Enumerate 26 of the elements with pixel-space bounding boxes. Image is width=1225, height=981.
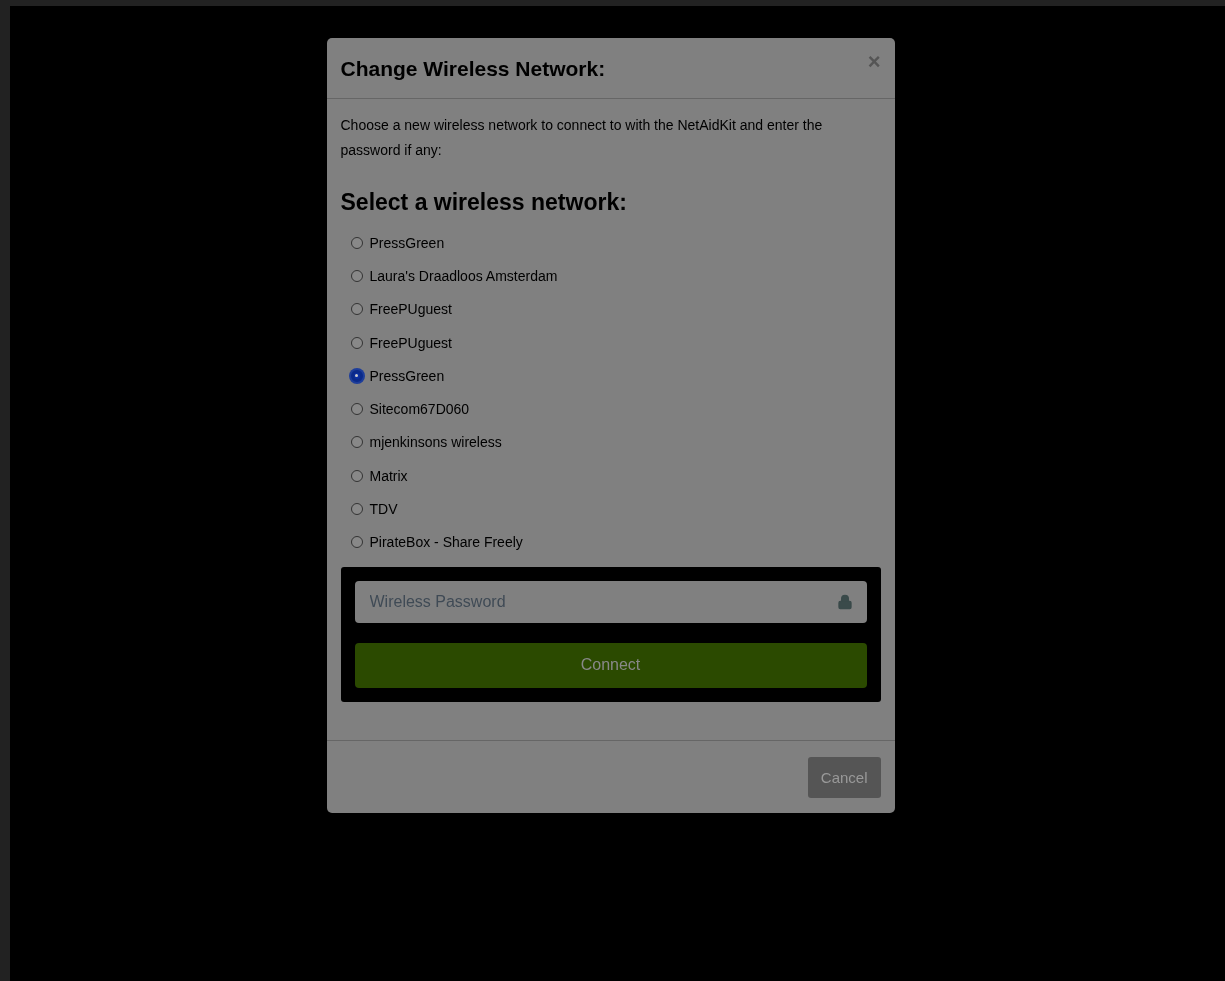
radio-button[interactable] — [350, 436, 363, 449]
section-heading: Select a wireless network: — [340, 189, 628, 216]
dialog-title: Change Wireless Network: — [340, 57, 606, 81]
network-name[interactable]: mjenkinsons wireless — [369, 434, 502, 451]
radio-button[interactable] — [350, 403, 363, 416]
instructions-text: Choose a new wireless network to connect to with the NetAidKit and enter the password if any: — [340, 116, 824, 160]
radio-button[interactable] — [350, 236, 363, 249]
connect-button[interactable]: Connect — [354, 642, 867, 688]
radio-button[interactable] — [350, 369, 363, 382]
radio-button[interactable] — [350, 336, 363, 349]
password-field[interactable]: Wireless Password — [354, 580, 867, 623]
network-name[interactable]: PressGreen — [369, 234, 445, 251]
network-name[interactable]: PirateBox - Share Freely — [369, 534, 523, 551]
network-name[interactable]: TDV — [369, 501, 398, 517]
radio-button[interactable] — [350, 536, 363, 549]
radio-button[interactable] — [350, 469, 363, 482]
radio-button[interactable] — [350, 269, 363, 282]
network-name[interactable]: Matrix — [369, 467, 408, 484]
network-name[interactable]: PressGreen — [369, 367, 445, 384]
radio-button[interactable] — [350, 303, 363, 316]
network-name[interactable]: FreePUguest — [369, 334, 452, 351]
network-name[interactable]: Sitecom67D060 — [369, 401, 470, 418]
lock-icon — [836, 593, 853, 610]
network-name[interactable]: FreePUguest — [369, 301, 452, 318]
radio-button[interactable] — [350, 503, 363, 515]
network-name[interactable]: Laura's Draadloos Amsterdam — [369, 267, 558, 284]
